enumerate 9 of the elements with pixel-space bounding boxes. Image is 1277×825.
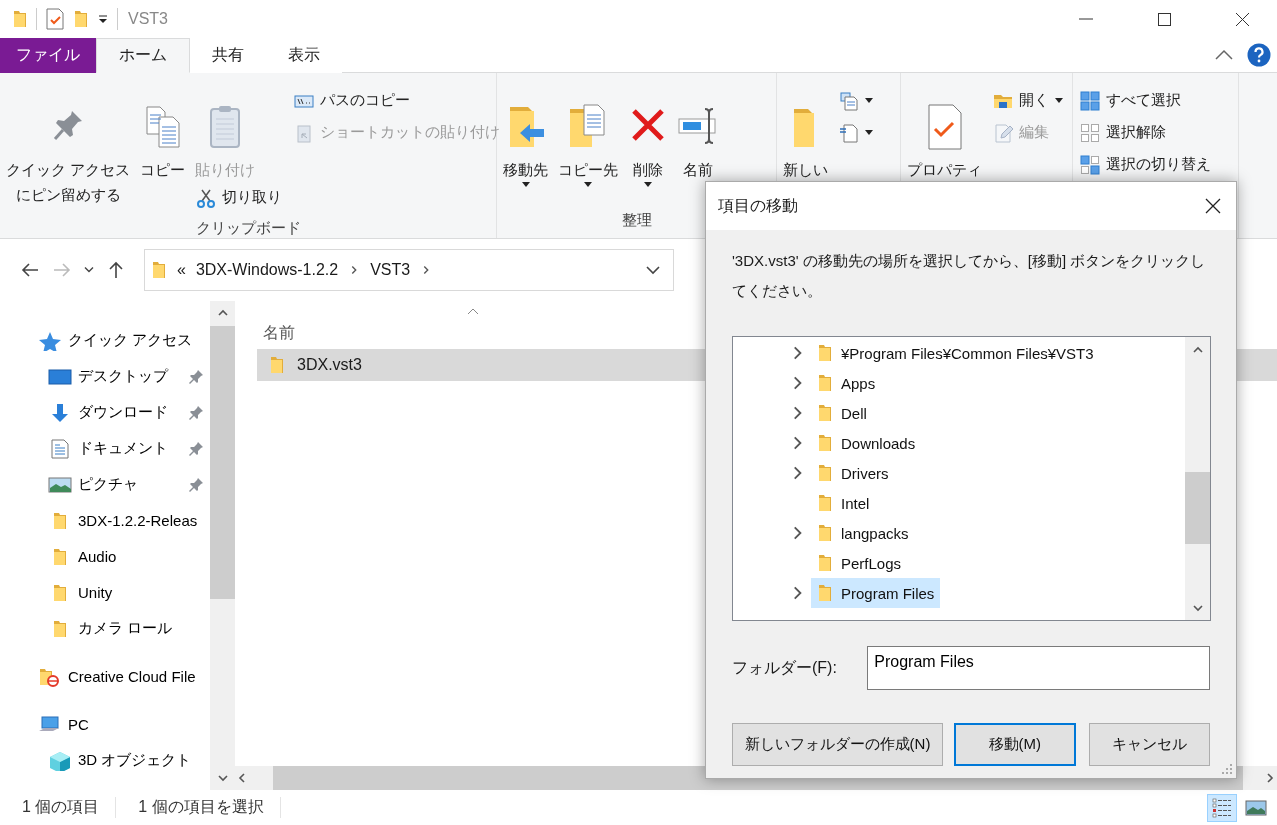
group-label: クリップボード [195,217,301,238]
window-title: VST3 [128,10,168,28]
dialog-message: '3DX.vst3' の移動先の場所を選択してから、[移動] ボタンをクリックしてください。 [732,251,1207,301]
status-text: 1 個の項目を選択 [116,797,281,818]
dialog-title: 項目の移動 [718,195,799,216]
field-label: フォルダー(F): [732,657,838,678]
file-name: 3DX.vst3 [297,355,362,374]
group-label: 整理 [621,209,652,230]
status-text: 1 個の項目 [0,797,117,818]
